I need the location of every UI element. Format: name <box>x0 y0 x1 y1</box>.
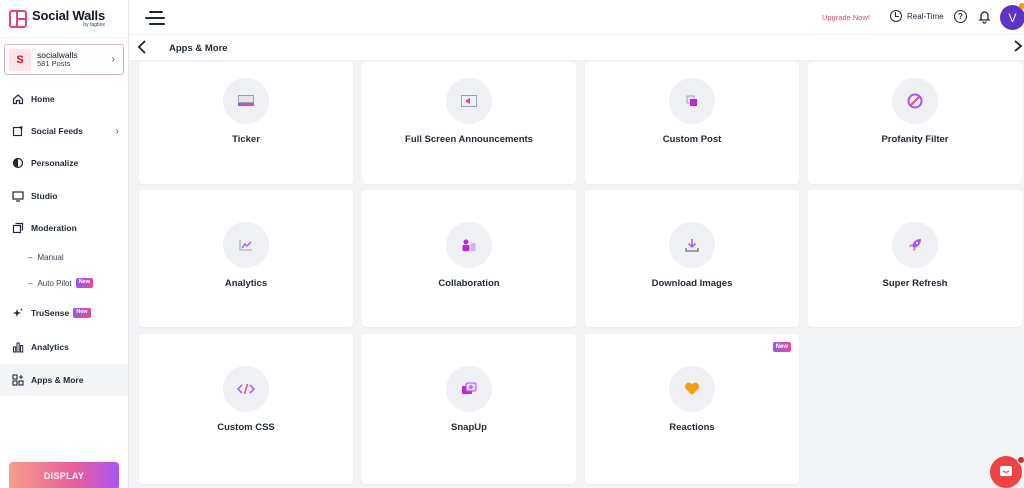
sparkle-icon <box>12 307 24 319</box>
app-card-custom-css[interactable]: Custom CSS <box>139 334 353 484</box>
code-icon <box>223 366 269 412</box>
download-icon <box>669 222 715 268</box>
app-card-label: Custom CSS <box>217 422 275 433</box>
analytics-icon <box>223 222 269 268</box>
brand-by: by tagbox <box>83 22 105 28</box>
collaboration-icon <box>446 222 492 268</box>
app-card-reactions[interactable]: New Reactions <box>585 334 799 484</box>
app-card-analytics[interactable]: Analytics <box>139 190 353 327</box>
monitor-icon <box>12 190 24 202</box>
app-card-label: Profanity Filter <box>881 134 949 145</box>
app-card-label: Full Screen Announcements <box>405 134 533 145</box>
app-card-label: Analytics <box>224 278 268 289</box>
display-button[interactable]: DISPLAY <box>9 462 119 488</box>
sidebar: Social Walls by tagbox S socialwalls 581… <box>0 0 129 488</box>
chevron-right-icon: › <box>111 54 115 65</box>
sidebar-item-label: Apps & More <box>31 375 84 385</box>
social-feeds-icon <box>12 125 24 137</box>
home-icon <box>12 93 24 105</box>
breadcrumb: Apps & More <box>129 35 1024 61</box>
bell-icon[interactable] <box>978 9 991 24</box>
clock-icon <box>890 10 902 22</box>
realtime-label: Real-Time <box>907 11 944 21</box>
sidebar-item-label: Studio <box>31 191 58 201</box>
profanity-filter-icon <box>892 78 938 124</box>
brand-name: Social Walls <box>32 8 105 23</box>
app-card-collaboration[interactable]: Collaboration <box>362 190 576 327</box>
account-avatar: S <box>9 48 31 71</box>
new-badge: New <box>75 278 94 288</box>
app-card-ticker[interactable]: Ticker <box>139 62 353 184</box>
sidebar-subitem-auto-pilot[interactable]: – Auto Pilot New <box>0 272 128 294</box>
sidebar-item-studio[interactable]: Studio <box>0 181 128 211</box>
back-arrow-icon[interactable] <box>137 40 147 57</box>
chevron-right-icon: › <box>115 125 119 137</box>
sidebar-item-analytics[interactable]: Analytics <box>0 332 128 362</box>
app-card-full-screen-announcements[interactable]: Full Screen Announcements <box>362 62 576 184</box>
sidebar-item-label: Analytics <box>31 342 69 352</box>
sidebar-item-social-feeds[interactable]: Social Feeds › <box>0 116 128 146</box>
app-card-label: Super Refresh <box>882 278 948 289</box>
brand[interactable]: Social Walls by tagbox <box>0 0 128 38</box>
account-switcher[interactable]: S socialwalls 581 Posts › <box>4 44 124 75</box>
chat-notification-badge <box>1017 456 1024 464</box>
sidebar-item-label: Social Feeds <box>31 126 83 136</box>
sidebar-subitem-manual[interactable]: – Manual <box>0 246 128 268</box>
page-title: Apps & More <box>169 43 228 54</box>
apps-icon <box>12 374 24 386</box>
help-icon[interactable]: ? <box>954 10 967 23</box>
sidebar-subitem-label: Auto Pilot <box>37 278 72 288</box>
app-card-label: SnapUp <box>451 422 487 433</box>
announcement-icon <box>446 78 492 124</box>
sidebar-item-home[interactable]: Home <box>0 84 128 114</box>
sidebar-item-trusense[interactable]: TruSense New <box>0 298 128 328</box>
personalize-icon <box>12 157 24 169</box>
new-badge: New <box>772 342 791 352</box>
app-card-label: Ticker <box>232 134 260 145</box>
app-card-super-refresh[interactable]: Super Refresh <box>808 190 1022 327</box>
bar-chart-icon <box>12 341 24 353</box>
new-badge: New <box>73 308 91 318</box>
sidebar-subitem-label: Manual <box>37 252 64 262</box>
close-icon[interactable] <box>1014 40 1023 55</box>
app-card-label: Custom Post <box>662 134 722 145</box>
sidebar-item-label: Moderation <box>31 223 77 233</box>
app-card-profanity-filter[interactable]: Profanity Filter <box>808 62 1022 184</box>
upgrade-link[interactable]: Upgrade Now! <box>822 13 870 22</box>
chat-icon <box>1000 466 1012 476</box>
sidebar-item-moderation[interactable]: Moderation <box>0 213 128 243</box>
rocket-icon <box>892 222 938 268</box>
app-card-label: Download Images <box>651 278 733 289</box>
app-card-snapup[interactable]: SnapUp <box>362 334 576 484</box>
status-dot <box>1019 3 1024 9</box>
sidebar-item-label: TruSense <box>31 308 70 318</box>
app-card-label: Collaboration <box>438 278 500 289</box>
app-card-download-images[interactable]: Download Images <box>585 190 799 327</box>
ticker-icon <box>223 78 269 124</box>
top-bar: Upgrade Now! Real-Time ? V <box>129 0 1024 35</box>
realtime-button[interactable]: Real-Time <box>890 10 944 22</box>
menu-toggle-icon[interactable] <box>145 11 165 25</box>
snapup-icon <box>446 366 492 412</box>
sidebar-item-label: Home <box>31 94 55 104</box>
moderation-icon <box>12 222 24 234</box>
sidebar-item-apps-more[interactable]: Apps & More <box>0 364 128 396</box>
sidebar-item-label: Personalize <box>31 158 79 168</box>
app-card-custom-post[interactable]: Custom Post <box>585 62 799 184</box>
custom-post-icon <box>669 78 715 124</box>
sidebar-item-personalize[interactable]: Personalize <box>0 148 128 178</box>
app-card-label: Reactions <box>669 422 715 433</box>
account-posts: 581 Posts <box>37 59 71 69</box>
heart-icon <box>669 366 715 412</box>
social-walls-logo-icon <box>9 9 27 28</box>
